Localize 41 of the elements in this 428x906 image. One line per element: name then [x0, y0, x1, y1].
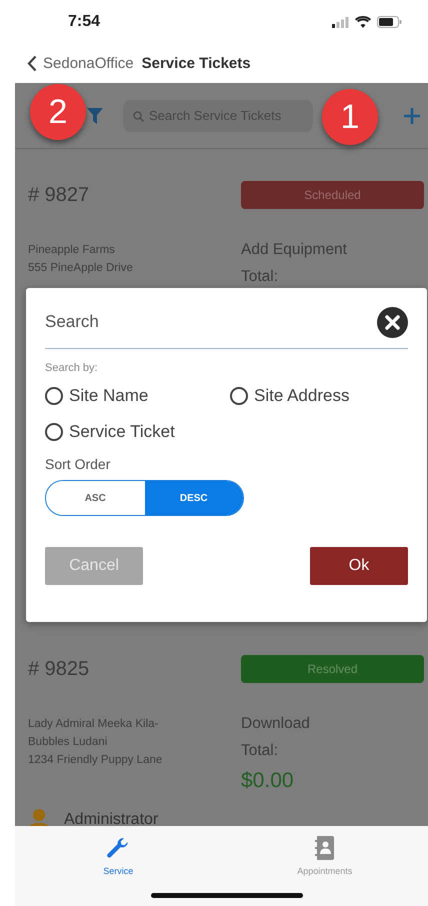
site-text: Lady Admiral Meeka Kila- [28, 717, 160, 732]
sort-option[interactable]: DESC [144, 481, 243, 515]
page-title: Service Tickets [142, 55, 251, 72]
status-badge: Scheduled [241, 181, 424, 209]
site-text: 1234 Friendly Puppy Lane [28, 753, 164, 768]
plus-icon [404, 108, 420, 124]
ticket-action: Download [241, 715, 310, 733]
filter-icon [87, 108, 103, 124]
battery-icon [377, 16, 402, 28]
status-time: 7:54 [68, 13, 100, 31]
site-text: Bubbles Ludani [28, 735, 108, 750]
chevron-left-icon [27, 55, 37, 72]
callout-number: 1 [322, 89, 378, 145]
tab[interactable]: Service [15, 826, 222, 906]
total-amount: $0.00 [241, 769, 295, 793]
wifi-icon [355, 16, 371, 28]
radio-option[interactable]: Site Address [230, 386, 408, 406]
sort-order-label: Sort Order [45, 456, 112, 472]
ok-button[interactable]: Ok [310, 547, 408, 585]
radio-option[interactable]: Site Name [45, 386, 230, 406]
filter-button[interactable] [87, 108, 103, 124]
close-icon [377, 306, 408, 338]
person-icon [28, 809, 50, 826]
ticket-number: # 9827 [28, 184, 90, 206]
back-button[interactable]: SedonaOffice [27, 55, 134, 72]
contact-book-icon [312, 835, 337, 861]
total-label: Total: [241, 742, 280, 760]
site-text: 555 PineApple Drive [28, 261, 134, 276]
ticket-number: # 9825 [28, 658, 90, 680]
assignee-name: Administrator [64, 811, 158, 826]
callout-number: 2 [30, 84, 86, 140]
site-text: Pineapple Farms [28, 243, 116, 258]
total-label: Total: [241, 268, 280, 286]
radio-option[interactable]: Service Ticket [45, 422, 230, 442]
status-badge: Resolved [241, 655, 424, 683]
close-button[interactable] [377, 306, 408, 338]
ticket-action: Add Equipment [241, 241, 347, 259]
add-button[interactable] [404, 108, 420, 124]
search-icon [133, 110, 144, 122]
search-by-label: Search by: [45, 362, 99, 374]
signal-icon [332, 16, 349, 28]
